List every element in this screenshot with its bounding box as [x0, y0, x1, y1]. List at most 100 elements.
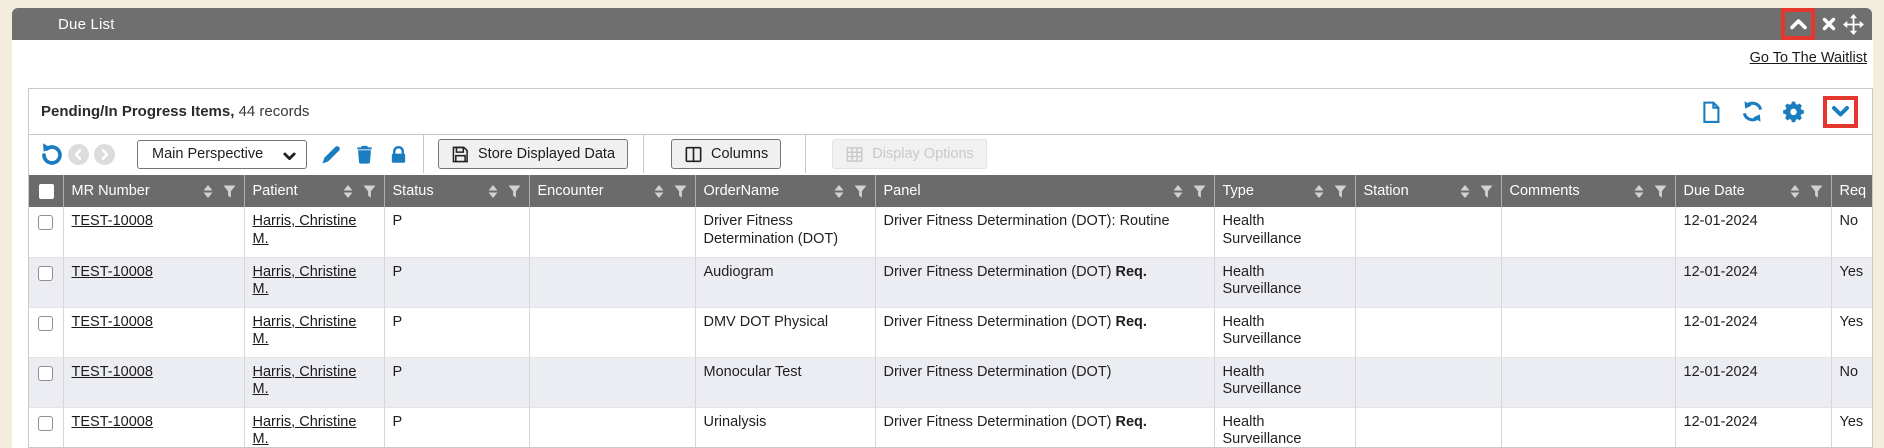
header-label: OrderName [704, 183, 780, 199]
filter-icon[interactable] [1193, 185, 1206, 198]
due-date-cell: 12-01-2024 [1675, 257, 1831, 307]
header-due-date[interactable]: Due Date [1675, 175, 1831, 207]
ordername-cell: Monocular Test [695, 357, 875, 407]
record-count: 44 records [239, 103, 310, 120]
columns-button[interactable]: Columns [671, 139, 781, 169]
header-ordername[interactable]: OrderName [695, 175, 875, 207]
status-cell: P [384, 257, 529, 307]
close-icon[interactable] [1822, 17, 1836, 31]
header-label: Panel [884, 183, 921, 199]
due-list-panel: Pending/In Progress Items, 44 records Ma… [28, 88, 1873, 448]
encounter-cell [529, 357, 695, 407]
header-mr-number[interactable]: MR Number [63, 175, 244, 207]
sort-icon[interactable] [653, 184, 665, 199]
window-controls [1781, 8, 1864, 40]
filter-icon[interactable] [1810, 185, 1823, 198]
delete-trash-icon[interactable] [354, 144, 375, 165]
mr-number-link[interactable]: TEST-10008 [72, 364, 153, 380]
panel-cell: Driver Fitness Determination (DOT): Rout… [875, 207, 1214, 257]
mr-number-link[interactable]: TEST-10008 [72, 314, 153, 330]
patient-link[interactable]: Harris, Christine M. [253, 364, 357, 398]
header-encounter[interactable]: Encounter [529, 175, 695, 207]
sort-icon[interactable] [1633, 184, 1645, 199]
due-date-cell: 12-01-2024 [1675, 207, 1831, 257]
prev-perspective-button[interactable] [68, 144, 89, 165]
sort-icon[interactable] [1789, 184, 1801, 199]
req-cell: No [1831, 207, 1873, 257]
mr-number-link[interactable]: TEST-10008 [72, 213, 153, 229]
sort-icon[interactable] [342, 184, 354, 199]
sort-icon[interactable] [1313, 184, 1325, 199]
panel-req-flag: Req. [1116, 314, 1147, 330]
comments-cell [1501, 357, 1675, 407]
expand-highlight-box [1823, 96, 1858, 128]
filter-icon[interactable] [1480, 185, 1493, 198]
header-station[interactable]: Station [1355, 175, 1501, 207]
header-type[interactable]: Type [1214, 175, 1355, 207]
req-cell: Yes [1831, 407, 1873, 448]
panel-title-text: Pending/In Progress Items, [41, 103, 234, 120]
refresh-icon[interactable] [1741, 100, 1764, 123]
row-checkbox[interactable] [38, 215, 53, 230]
collapse-up-icon[interactable] [1788, 14, 1809, 35]
perspective-select[interactable]: Main Perspective [137, 140, 307, 169]
row-checkbox[interactable] [38, 366, 53, 381]
header-patient[interactable]: Patient [244, 175, 384, 207]
header-label: MR Number [72, 183, 150, 199]
sort-icon[interactable] [202, 184, 214, 199]
encounter-cell [529, 307, 695, 357]
sort-icon[interactable] [1459, 184, 1471, 199]
patient-link[interactable]: Harris, Christine M. [253, 314, 357, 348]
comments-cell [1501, 207, 1675, 257]
filter-icon[interactable] [1334, 185, 1347, 198]
next-perspective-button[interactable] [94, 144, 115, 165]
row-checkbox[interactable] [38, 266, 53, 281]
table-row: TEST-10008 Harris, Christine M. P Monocu… [29, 357, 1873, 407]
edit-pencil-icon[interactable] [320, 144, 341, 165]
select-all-checkbox[interactable] [39, 184, 54, 199]
header-label: Comments [1510, 183, 1580, 199]
status-cell: P [384, 307, 529, 357]
sort-icon[interactable] [833, 184, 845, 199]
table-header-row: MR Number Patient Status Encounter Order… [29, 175, 1873, 207]
patient-link[interactable]: Harris, Christine M. [253, 264, 357, 298]
req-cell: Yes [1831, 307, 1873, 357]
row-checkbox[interactable] [38, 316, 53, 331]
header-comments[interactable]: Comments [1501, 175, 1675, 207]
filter-icon[interactable] [674, 185, 687, 198]
req-cell: No [1831, 357, 1873, 407]
row-checkbox[interactable] [38, 416, 53, 431]
patient-link[interactable]: Harris, Christine M. [253, 414, 357, 448]
mr-number-link[interactable]: TEST-10008 [72, 264, 153, 280]
store-displayed-data-button[interactable]: Store Displayed Data [438, 139, 628, 169]
move-icon[interactable] [1843, 14, 1864, 35]
panel-header-icons [1700, 96, 1858, 128]
comments-cell [1501, 307, 1675, 357]
filter-icon[interactable] [1654, 185, 1667, 198]
header-label: Req [1840, 183, 1867, 199]
station-cell [1355, 307, 1501, 357]
sort-icon[interactable] [1172, 184, 1184, 199]
table-row: TEST-10008 Harris, Christine M. P Driver… [29, 207, 1873, 257]
filter-icon[interactable] [854, 185, 867, 198]
new-document-icon[interactable] [1700, 100, 1723, 123]
row-select-cell [29, 257, 63, 307]
sort-icon[interactable] [487, 184, 499, 199]
filter-icon[interactable] [508, 185, 521, 198]
settings-gear-icon[interactable] [1782, 100, 1805, 123]
undo-icon[interactable] [39, 142, 63, 166]
filter-icon[interactable] [223, 185, 236, 198]
header-status[interactable]: Status [384, 175, 529, 207]
header-label: Status [393, 183, 434, 199]
patient-link[interactable]: Harris, Christine M. [253, 213, 357, 247]
header-panel[interactable]: Panel [875, 175, 1214, 207]
panel-req-flag: Req. [1116, 264, 1147, 280]
header-req[interactable]: Req [1831, 175, 1873, 207]
go-to-waitlist-link[interactable]: Go To The Waitlist [1750, 50, 1867, 66]
collapse-highlight-box [1781, 8, 1815, 40]
mr-number-link[interactable]: TEST-10008 [72, 414, 153, 430]
filter-icon[interactable] [363, 185, 376, 198]
expand-down-icon[interactable] [1830, 101, 1851, 122]
encounter-cell [529, 407, 695, 448]
lock-icon[interactable] [388, 144, 409, 165]
